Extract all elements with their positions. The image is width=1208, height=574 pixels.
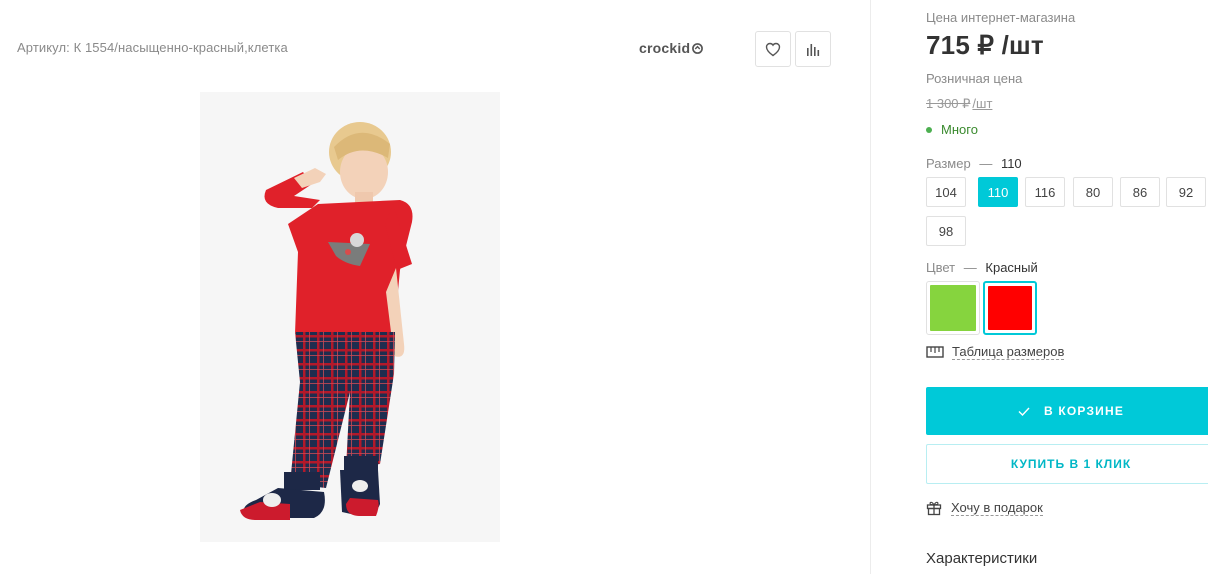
article-number: Артикул: К 1554/насыщенно-красный,клетка: [17, 40, 288, 55]
gift-wish-link-text: Хочу в подарок: [951, 500, 1043, 516]
add-to-compare-button[interactable]: [795, 31, 831, 67]
size-table-link[interactable]: Таблица размеров: [926, 344, 1065, 360]
size-option-title: Размер — 110: [926, 156, 1022, 171]
color-option-title: Цвет — Красный: [926, 260, 1038, 275]
online-price: 715 ₽ /шт: [926, 30, 1044, 60]
stock-indicator-dot: [926, 126, 932, 133]
size-80[interactable]: 80: [1073, 177, 1113, 207]
size-option-label: Размер: [926, 156, 971, 171]
retail-price: 1 300 ₽/шт: [926, 96, 992, 112]
stock-status: Много: [926, 122, 978, 137]
size-table-link-text: Таблица размеров: [952, 344, 1065, 360]
color-swatch-green[interactable]: [926, 281, 980, 335]
retail-price-unit: /шт: [972, 96, 993, 111]
purchase-panel: Цена интернет-магазина 715 ₽ /шт Розничн…: [871, 0, 1208, 574]
checkmark-icon: [1018, 407, 1030, 416]
characteristics-heading: Характеристики: [926, 550, 1038, 567]
brand-logo: crockid: [639, 40, 704, 56]
size-86[interactable]: 86: [1120, 177, 1160, 207]
product-image[interactable]: [200, 92, 500, 542]
add-to-favorites-button[interactable]: [755, 31, 791, 67]
online-price-label: Цена интернет-магазина: [926, 10, 1076, 25]
retail-price-value: 1 300 ₽: [926, 96, 971, 111]
size-110[interactable]: 110: [978, 177, 1018, 207]
color-swatch-green-fill: [930, 285, 976, 331]
buy-one-click-button[interactable]: КУПИТЬ В 1 КЛИК: [926, 444, 1208, 484]
size-92[interactable]: 92: [1166, 177, 1206, 207]
retail-price-label: Розничная цена: [926, 71, 1023, 86]
heart-icon: [765, 42, 781, 56]
gift-icon: [926, 501, 942, 516]
color-option-dash: —: [963, 260, 977, 275]
size-option-selected: 110: [1000, 156, 1022, 171]
color-option-selected: Красный: [985, 260, 1038, 275]
color-swatch-red[interactable]: [983, 281, 1037, 335]
color-swatch-red-fill: [988, 286, 1032, 330]
gift-wish-link[interactable]: Хочу в подарок: [926, 500, 1043, 516]
in-cart-button[interactable]: В КОРЗИНЕ: [926, 387, 1208, 435]
product-gallery: Артикул: К 1554/насыщенно-красный,клетка…: [0, 0, 870, 574]
brand-name: crockid: [639, 40, 691, 56]
size-option-dash: —: [979, 156, 993, 171]
size-116[interactable]: 116: [1025, 177, 1065, 207]
size-98[interactable]: 98: [926, 216, 966, 246]
child-pajama-photo: [240, 122, 413, 520]
brand-mark-icon: [692, 42, 704, 54]
buy-one-click-button-label: КУПИТЬ В 1 КЛИК: [1010, 457, 1132, 471]
stock-status-text: Много: [941, 122, 978, 137]
ruler-icon: [926, 346, 944, 358]
color-option-label: Цвет: [926, 260, 956, 275]
compare-bars-icon: [807, 44, 820, 56]
size-104[interactable]: 104: [926, 177, 966, 207]
in-cart-button-label: В КОРЗИНЕ: [1043, 404, 1125, 418]
